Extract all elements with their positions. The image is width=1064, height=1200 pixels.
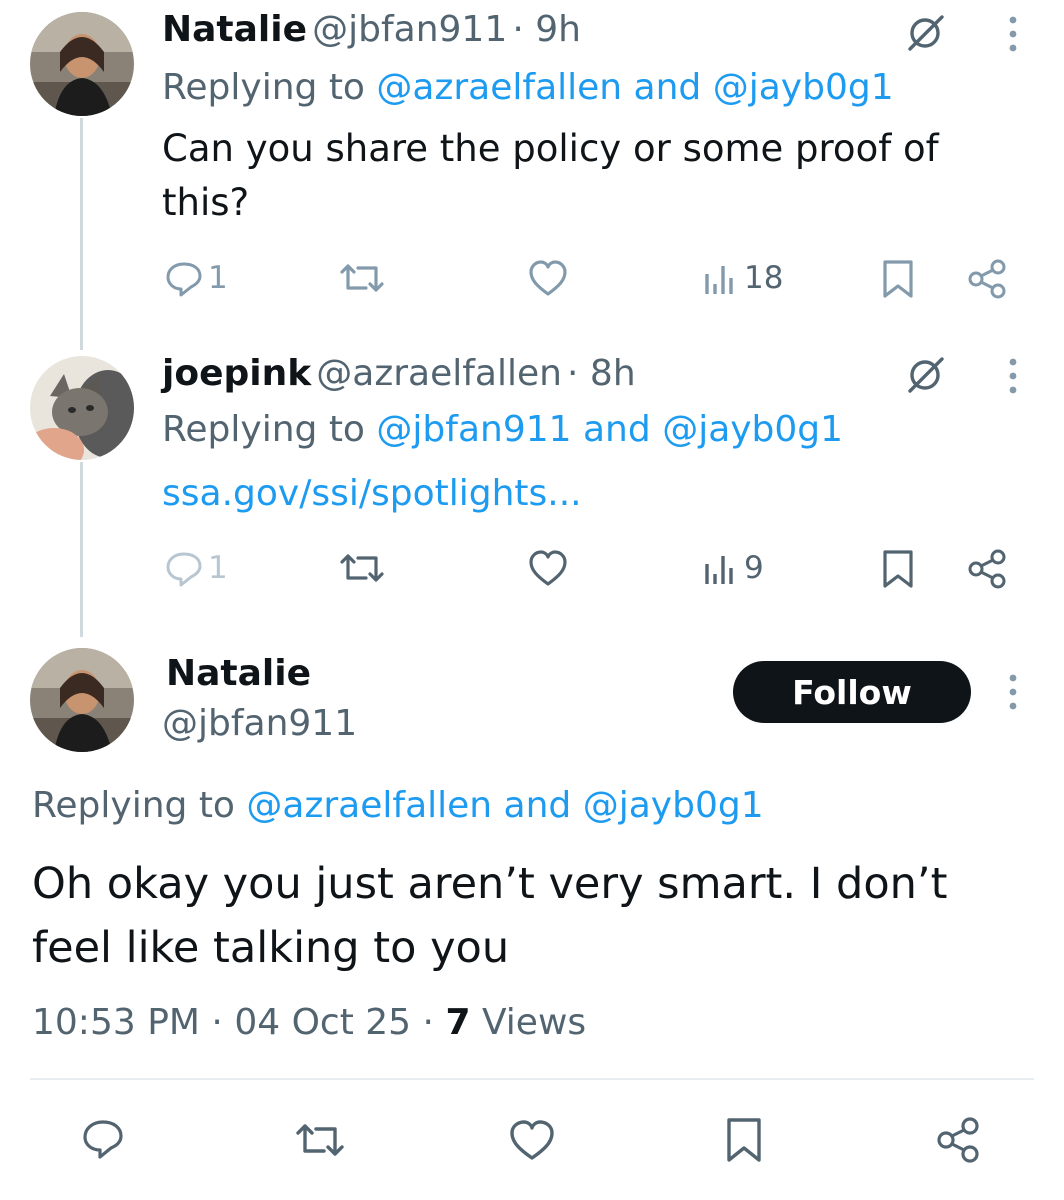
retweet-button[interactable] [334, 548, 390, 588]
bookmark-button[interactable] [880, 548, 916, 590]
author-handle[interactable]: @jbfan911 [162, 704, 357, 744]
heart-icon [529, 260, 567, 296]
replying-and: and [633, 67, 702, 108]
tweet-time[interactable]: 10:53 PM [32, 1002, 200, 1043]
replying-label: Replying to [162, 409, 365, 450]
tweet-text: Oh okay you just aren’t very smart. I do… [32, 852, 947, 980]
divider [30, 1078, 1034, 1080]
thread-line [80, 462, 83, 637]
author-name[interactable]: Natalie [166, 654, 311, 694]
retweet-icon [340, 554, 384, 582]
tweet-time[interactable]: · 9h [512, 9, 581, 50]
retweet-button[interactable] [334, 258, 390, 298]
views-label[interactable]: Views [482, 1002, 586, 1043]
tweet-text-line: this? [162, 181, 250, 224]
grok-icon[interactable] [904, 12, 946, 58]
avatar[interactable] [30, 12, 134, 116]
replying-label: Replying to [162, 67, 365, 108]
grok-icon[interactable] [904, 354, 946, 400]
views-count: 9 [744, 550, 764, 586]
share-button[interactable] [934, 1116, 982, 1164]
tweet-date[interactable]: 04 Oct 25 [234, 1002, 411, 1043]
author-handle[interactable]: @jbfan911 [312, 9, 507, 50]
mention-link[interactable]: @jayb0g1 [713, 67, 894, 108]
share-button[interactable] [966, 548, 1008, 590]
heart-icon [510, 1120, 554, 1160]
bookmark-icon [883, 550, 913, 588]
tweet-text: Can you share the policy or some proof o… [162, 122, 939, 230]
replying-to: Replying to @azraelfallen and @jayb0g1 [162, 68, 894, 108]
avatar[interactable] [30, 356, 134, 460]
tweet-text-line: Can you share the policy or some proof o… [162, 127, 939, 170]
follow-button[interactable]: Follow [733, 661, 971, 723]
tweet-header: joepink @azraelfallen · 8h [162, 354, 636, 400]
bookmark-icon [883, 260, 913, 298]
bookmark-icon [727, 1118, 761, 1162]
views-count: 18 [744, 260, 784, 296]
avatar[interactable] [30, 648, 134, 752]
analytics-icon [705, 556, 733, 584]
reply-button[interactable]: 1 [164, 548, 228, 588]
tweet-time[interactable]: · 8h [567, 353, 636, 394]
thread-line [80, 118, 83, 350]
tweet-text-line: feel like talking to you [32, 923, 510, 973]
reply-button[interactable]: 1 [164, 258, 228, 298]
tweet-link[interactable]: ssa.gov/ssi/spotlights... [162, 474, 582, 514]
retweet-icon [340, 264, 384, 292]
reply-button[interactable] [80, 1116, 126, 1162]
reply-icon [166, 262, 202, 297]
share-icon [968, 549, 1006, 589]
replying-and: and [503, 785, 572, 826]
bookmark-button[interactable] [724, 1116, 764, 1164]
more-options-icon[interactable] [1006, 14, 1020, 58]
retweet-icon [296, 1124, 344, 1156]
more-options-icon[interactable] [1006, 356, 1020, 400]
tweet-text-line: Oh okay you just aren’t very smart. I do… [32, 859, 948, 909]
replying-label: Replying to [32, 785, 235, 826]
share-icon [937, 1117, 979, 1163]
reply-icon [166, 552, 202, 587]
like-button[interactable] [508, 1118, 556, 1162]
views-count[interactable]: 7 [445, 1002, 470, 1043]
like-button[interactable] [527, 258, 569, 298]
replying-and: and [583, 409, 651, 450]
mention-link[interactable]: @jbfan911 [376, 409, 571, 450]
retweet-button[interactable] [290, 1118, 350, 1162]
share-button[interactable] [966, 258, 1008, 300]
author-name[interactable]: joepink [162, 353, 311, 394]
share-icon [968, 259, 1006, 299]
mention-link[interactable]: @azraelfallen [246, 785, 492, 826]
author-name[interactable]: Natalie [162, 9, 307, 50]
tweet-header: Natalie @jbfan911 · 9h [162, 10, 581, 56]
separator-dot: · [211, 1002, 223, 1043]
analytics-icon [705, 266, 733, 294]
author-handle[interactable]: @azraelfallen [316, 353, 562, 394]
views-button[interactable]: 18 [702, 258, 783, 298]
reply-count: 1 [208, 260, 228, 296]
mention-link[interactable]: @jayb0g1 [662, 409, 843, 450]
tweet-timestamp: 10:53 PM · 04 Oct 25 · 7 Views [32, 1002, 586, 1044]
replying-to: Replying to @azraelfallen and @jayb0g1 [32, 786, 764, 826]
like-button[interactable] [527, 548, 569, 588]
reply-icon [83, 1120, 123, 1159]
replying-to: Replying to @jbfan911 and @jayb0g1 [162, 410, 843, 450]
separator-dot: · [422, 1002, 434, 1043]
mention-link[interactable]: @azraelfallen [376, 67, 622, 108]
bookmark-button[interactable] [880, 258, 916, 300]
more-options-icon[interactable] [1006, 672, 1020, 716]
views-button[interactable]: 9 [702, 548, 764, 588]
reply-count: 1 [208, 550, 228, 586]
heart-icon [529, 550, 567, 586]
mention-link[interactable]: @jayb0g1 [583, 785, 764, 826]
